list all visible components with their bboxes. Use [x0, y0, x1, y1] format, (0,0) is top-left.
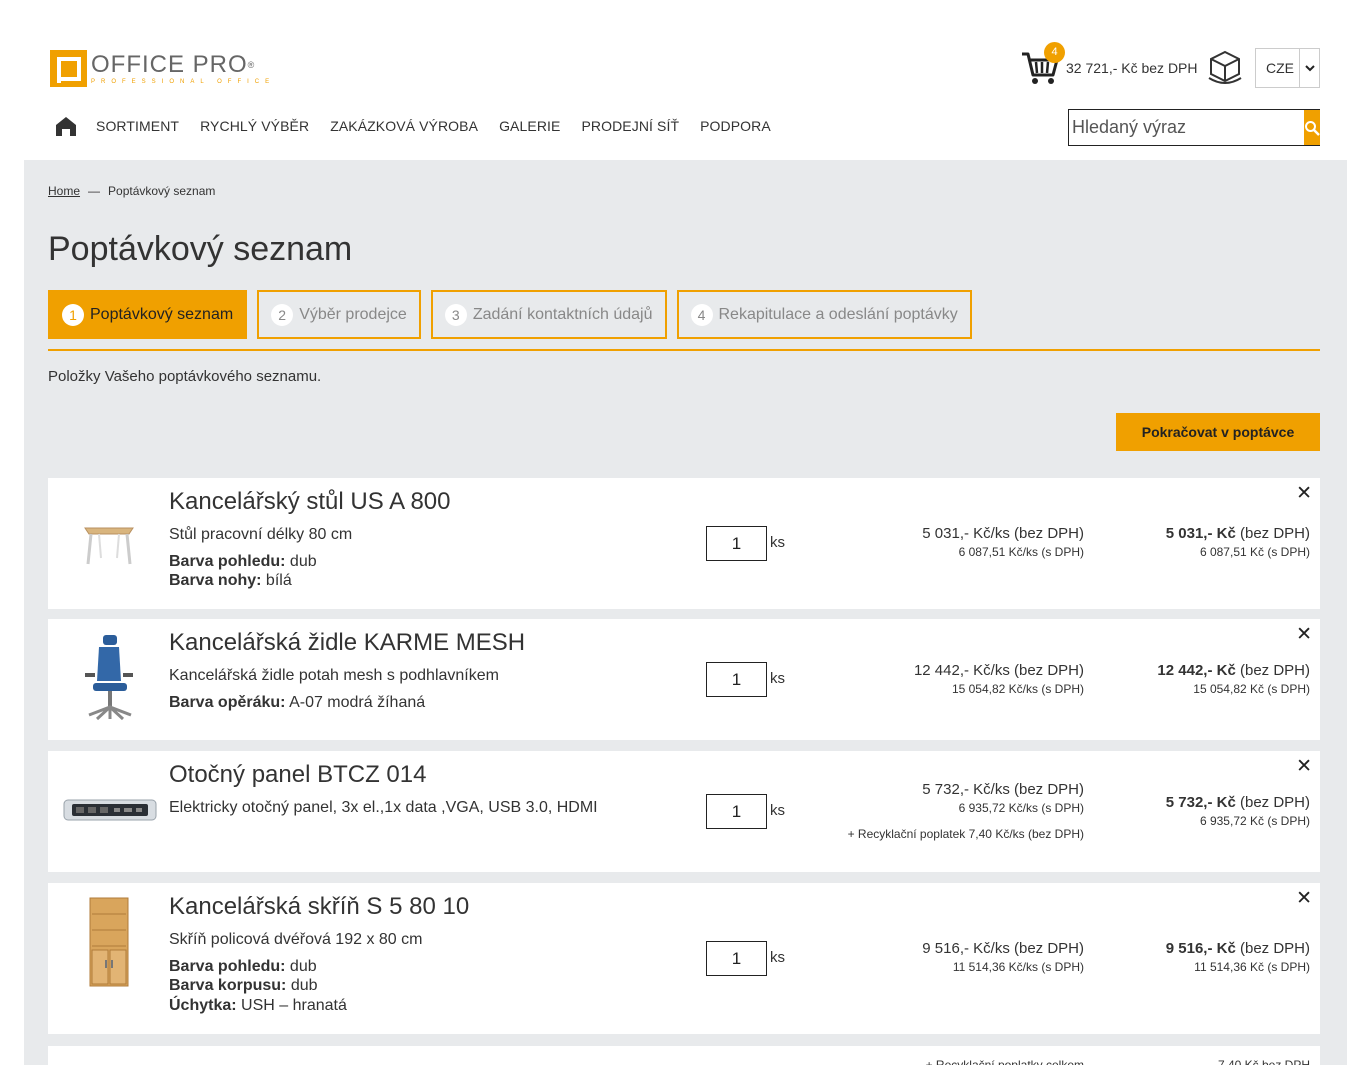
product-attribute: Barva pohledu: dub [169, 553, 317, 570]
checkout-steps: 1 Poptávkový seznam 2 Výběr prodejce 3 Zadá… [48, 290, 982, 339]
unit-price: 5 732,- Kč/ks (bez DPH) [922, 781, 1084, 798]
remove-item-button[interactable]: ✕ [1296, 482, 1312, 505]
product-attribute: Úchytka: USH – hranatá [169, 997, 347, 1014]
search-icon [1305, 120, 1320, 136]
nav-zakazkova-vyroba[interactable]: ZAKÁZKOVÁ VÝROBA [330, 118, 478, 134]
office-pro-logo[interactable]: OFFICE PRO® PROFESSIONAL OFFICE [50, 50, 275, 87]
total-price: 9 516,- Kč (bez DPH) [1165, 940, 1310, 957]
total-price: 5 732,- Kč (bez DPH) [1165, 794, 1310, 811]
logo-wordmark: OFFICE PRO® [91, 51, 256, 78]
language-select[interactable]: CZE [1255, 48, 1320, 88]
product-image-panel[interactable] [60, 765, 160, 855]
unit-price: 9 516,- Kč/ks (bez DPH) [922, 940, 1084, 957]
remove-item-button[interactable]: ✕ [1296, 887, 1312, 910]
product-image-cabinet[interactable] [64, 897, 154, 987]
search-box [1068, 109, 1320, 146]
breadcrumb-current: Poptávkový seznam [108, 184, 216, 198]
product-attribute: Barva pohledu: dub [169, 958, 317, 975]
step-1[interactable]: 1 Poptávkový seznam [48, 290, 248, 339]
total-price-vat: 6 935,72 Kč (s DPH) [1199, 814, 1310, 828]
step-4[interactable]: 4 Rekapitulace a odeslání poptávky [676, 290, 972, 339]
nav-podpora[interactable]: PODPORA [700, 118, 771, 134]
product-title[interactable]: Kancelářská skříň S 5 80 10 [169, 893, 469, 921]
recycling-fee: + Recyklační poplatek 7,40 Kč/ks (bez DP… [847, 827, 1084, 841]
nav-prodejni-sit[interactable]: PRODEJNÍ SÍŤ [581, 118, 679, 134]
remove-item-button[interactable]: ✕ [1296, 623, 1312, 646]
total-price-vat: 11 514,36 Kč (s DPH) [1194, 960, 1310, 974]
product-description: Stůl pracovní délky 80 cm [169, 526, 353, 543]
intro-text: Položky Vašeho poptávkového seznamu. [48, 368, 322, 385]
cart-amount[interactable]: 32 721,- Kč bez DPH [1066, 60, 1198, 76]
product-attribute: Barva korpusu: dub [169, 977, 318, 994]
continue-button[interactable]: Pokračovat v poptávce [1116, 413, 1320, 451]
breadcrumb: Home — Poptávkový seznam [48, 184, 216, 198]
product-title[interactable]: Otočný panel BTCZ 014 [169, 761, 426, 789]
chevron-down-icon [1299, 49, 1319, 87]
site-header: OFFICE PRO® PROFESSIONAL OFFICE 4 32 721… [0, 0, 1370, 160]
logo-tagline: PROFESSIONAL OFFICE [91, 79, 276, 85]
breadcrumb-home[interactable]: Home [48, 184, 80, 198]
home-icon[interactable] [55, 116, 77, 136]
quantity-unit: ks [770, 802, 785, 819]
unit-price-vat: 6 935,72 Kč/ks (s DPH) [958, 801, 1084, 815]
nav-rychly-vyber[interactable]: RYCHLÝ VÝBĚR [200, 118, 309, 134]
logo-mark-icon [50, 50, 87, 87]
page-title: Poptávkový seznam [48, 230, 353, 268]
quantity-input[interactable]: 1 [706, 941, 767, 976]
quantity-input[interactable]: 1 [706, 794, 767, 829]
product-image-desk[interactable] [64, 498, 154, 588]
search-input[interactable] [1069, 110, 1304, 145]
unit-price: 12 442,- Kč/ks (bez DPH) [913, 662, 1084, 679]
product-description: Elektricky otočný panel, 3x el.,1x data … [169, 799, 598, 816]
quantity-unit: ks [770, 949, 785, 966]
nav-sortiment[interactable]: SORTIMENT [96, 118, 179, 134]
main-content: Home — Poptávkový seznam Poptávkový seznam… [24, 160, 1347, 1080]
total-price: 12 442,- Kč (bez DPH) [1157, 662, 1310, 679]
quantity-unit: ks [770, 670, 785, 687]
list-item: Kancelářský stůl US A 800 Stůl pracovní … [48, 478, 1320, 609]
product-description: Skříň policová dvéřová 192 x 80 cm [169, 931, 423, 948]
remove-item-button[interactable]: ✕ [1296, 755, 1312, 778]
unit-price-vat: 15 054,82 Kč/ks (s DPH) [951, 682, 1084, 696]
list-item: Otočný panel BTCZ 014 Elektricky otočný … [48, 751, 1320, 872]
step-3[interactable]: 3 Zadání kontaktních údajů [430, 290, 667, 339]
unit-price-vat: 6 087,51 Kč/ks (s DPH) [958, 545, 1084, 559]
product-attribute: Barva opěráku: A-07 modrá žíhaná [169, 694, 426, 711]
main-nav: SORTIMENT RYCHLÝ VÝBĚR ZAKÁZKOVÁ VÝROBA … [55, 116, 792, 136]
cart-count-badge: 4 [1044, 42, 1065, 63]
unit-price-vat: 11 514,36 Kč/ks (s DPH) [952, 960, 1084, 974]
cart-button[interactable]: 4 [1020, 42, 1065, 88]
language-value: CZE [1266, 60, 1294, 76]
product-image-chair[interactable] [64, 633, 154, 723]
product-attribute: Barva nohy: bílá [169, 572, 292, 589]
search-button[interactable] [1304, 110, 1320, 145]
quantity-input[interactable]: 1 [706, 662, 767, 697]
unit-price: 5 031,- Kč/ks (bez DPH) [922, 525, 1084, 542]
product-title[interactable]: Kancelářská židle KARME MESH [169, 629, 525, 657]
nav-galerie[interactable]: GALERIE [499, 118, 560, 134]
step-2[interactable]: 2 Výběr prodejce [257, 290, 421, 339]
total-price-vat: 6 087,51 Kč (s DPH) [1199, 545, 1310, 559]
product-description: Kancelářská židle potah mesh s podhlavní… [169, 667, 499, 684]
total-price: 5 031,- Kč (bez DPH) [1165, 525, 1310, 542]
product-title[interactable]: Kancelářský stůl US A 800 [169, 488, 450, 516]
quantity-input[interactable]: 1 [706, 526, 767, 561]
list-item: Kancelářská židle KARME MESH Kancelářská… [48, 619, 1320, 740]
steps-divider [48, 349, 1320, 351]
page-bottom-edge [0, 1065, 1370, 1080]
3d-cube-icon[interactable] [1206, 48, 1244, 86]
list-item: Kancelářská skříň S 5 80 10 Skříň polico… [48, 883, 1320, 1034]
quantity-unit: ks [770, 534, 785, 551]
total-price-vat: 15 054,82 Kč (s DPH) [1193, 682, 1310, 696]
